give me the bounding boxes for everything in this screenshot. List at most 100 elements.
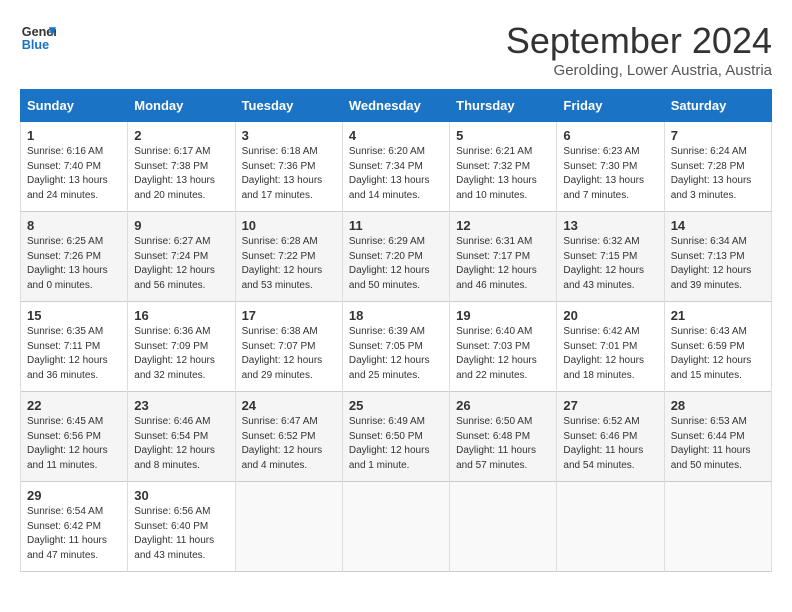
- day-number: 25: [349, 398, 443, 413]
- calendar-cell: 16 Sunrise: 6:36 AMSunset: 7:09 PMDayligh…: [128, 302, 235, 392]
- cell-info: Sunrise: 6:29 AMSunset: 7:20 PMDaylight:…: [349, 235, 443, 293]
- cell-info: Sunrise: 6:28 AMSunset: 7:22 PMDaylight:…: [242, 235, 336, 293]
- day-header-sunday: Sunday: [21, 90, 128, 122]
- cell-info: Sunrise: 6:16 AMSunset: 7:40 PMDaylight:…: [27, 145, 121, 203]
- calendar-cell: 11 Sunrise: 6:29 AMSunset: 7:20 PMDayligh…: [342, 212, 449, 302]
- calendar-cell: [557, 482, 664, 572]
- cell-info: Sunrise: 6:40 AMSunset: 7:03 PMDaylight:…: [456, 325, 550, 383]
- cell-info: Sunrise: 6:24 AMSunset: 7:28 PMDaylight:…: [671, 145, 765, 203]
- day-number: 27: [563, 398, 657, 413]
- cell-info: Sunrise: 6:46 AMSunset: 6:54 PMDaylight:…: [134, 415, 228, 473]
- day-number: 4: [349, 128, 443, 143]
- calendar-cell: [342, 482, 449, 572]
- calendar-cell: 18Sunrise: 6:39 AMSunset: 7:05 PMDayligh…: [342, 302, 449, 392]
- calendar-cell: 28 Sunrise: 6:53 AMSunset: 6:44 PMDayligh…: [664, 392, 771, 482]
- calendar-cell: 2 Sunrise: 6:17 AMSunset: 7:38 PMDaylight…: [128, 122, 235, 212]
- day-header-wednesday: Wednesday: [342, 90, 449, 122]
- cell-info: Sunrise: 6:35 AMSunset: 7:11 PMDaylight:…: [27, 325, 121, 383]
- calendar-cell: 13 Sunrise: 6:32 AMSunset: 7:15 PMDayligh…: [557, 212, 664, 302]
- cell-info: Sunrise: 6:56 AMSunset: 6:40 PMDaylight:…: [134, 505, 228, 563]
- cell-info: Sunrise: 6:32 AMSunset: 7:15 PMDaylight:…: [563, 235, 657, 293]
- day-number: 26: [456, 398, 550, 413]
- cell-info: Sunrise: 6:27 AMSunset: 7:24 PMDaylight:…: [134, 235, 228, 293]
- day-number: 21: [671, 308, 765, 323]
- calendar-cell: [235, 482, 342, 572]
- cell-info: Sunrise: 6:53 AMSunset: 6:44 PMDaylight:…: [671, 415, 765, 473]
- calendar-cell: [664, 482, 771, 572]
- cell-info: Sunrise: 6:52 AMSunset: 6:46 PMDaylight:…: [563, 415, 657, 473]
- calendar-cell: 24 Sunrise: 6:47 AMSunset: 6:52 PMDayligh…: [235, 392, 342, 482]
- day-number: 3: [242, 128, 336, 143]
- calendar-table: SundayMondayTuesdayWednesdayThursdayFrid…: [20, 89, 772, 572]
- cell-info: Sunrise: 6:38 AMSunset: 7:07 PMDaylight:…: [242, 325, 336, 383]
- calendar-week-5: 29Sunrise: 6:54 AMSunset: 6:42 PMDayligh…: [21, 482, 772, 572]
- day-header-saturday: Saturday: [664, 90, 771, 122]
- day-number: 8: [27, 218, 121, 233]
- calendar-cell: 26 Sunrise: 6:50 AMSunset: 6:48 PMDayligh…: [450, 392, 557, 482]
- calendar-cell: 15 Sunrise: 6:35 AMSunset: 7:11 PMDayligh…: [21, 302, 128, 392]
- day-number: 24: [242, 398, 336, 413]
- day-number: 30: [134, 488, 228, 503]
- calendar-cell: 5 Sunrise: 6:21 AMSunset: 7:32 PMDaylight…: [450, 122, 557, 212]
- calendar-cell: 6 Sunrise: 6:23 AMSunset: 7:30 PMDaylight…: [557, 122, 664, 212]
- day-number: 1: [27, 128, 121, 143]
- calendar-cell: 14Sunrise: 6:34 AMSunset: 7:13 PMDayligh…: [664, 212, 771, 302]
- cell-info: Sunrise: 6:17 AMSunset: 7:38 PMDaylight:…: [134, 145, 228, 203]
- calendar-cell: 29Sunrise: 6:54 AMSunset: 6:42 PMDayligh…: [21, 482, 128, 572]
- day-number: 2: [134, 128, 228, 143]
- day-header-monday: Monday: [128, 90, 235, 122]
- calendar-week-2: 8 Sunrise: 6:25 AMSunset: 7:26 PMDaylight…: [21, 212, 772, 302]
- calendar-body: 1 Sunrise: 6:16 AMSunset: 7:40 PMDaylight…: [21, 122, 772, 572]
- days-header-row: SundayMondayTuesdayWednesdayThursdayFrid…: [21, 90, 772, 122]
- calendar-cell: 4Sunrise: 6:20 AMSunset: 7:34 PMDaylight…: [342, 122, 449, 212]
- location-subtitle: Gerolding, Lower Austria, Austria: [506, 62, 772, 79]
- cell-info: Sunrise: 6:25 AMSunset: 7:26 PMDaylight:…: [27, 235, 121, 293]
- day-header-tuesday: Tuesday: [235, 90, 342, 122]
- month-title: September 2024: [506, 20, 772, 62]
- calendar-cell: 27 Sunrise: 6:52 AMSunset: 6:46 PMDayligh…: [557, 392, 664, 482]
- cell-info: Sunrise: 6:50 AMSunset: 6:48 PMDaylight:…: [456, 415, 550, 473]
- calendar-cell: 17 Sunrise: 6:38 AMSunset: 7:07 PMDayligh…: [235, 302, 342, 392]
- day-number: 20: [563, 308, 657, 323]
- day-number: 17: [242, 308, 336, 323]
- logo-icon: General Blue: [20, 20, 56, 56]
- day-number: 5: [456, 128, 550, 143]
- day-number: 13: [563, 218, 657, 233]
- cell-info: Sunrise: 6:42 AMSunset: 7:01 PMDaylight:…: [563, 325, 657, 383]
- day-number: 18: [349, 308, 443, 323]
- cell-info: Sunrise: 6:31 AMSunset: 7:17 PMDaylight:…: [456, 235, 550, 293]
- day-number: 10: [242, 218, 336, 233]
- calendar-cell: 9 Sunrise: 6:27 AMSunset: 7:24 PMDaylight…: [128, 212, 235, 302]
- cell-info: Sunrise: 6:23 AMSunset: 7:30 PMDaylight:…: [563, 145, 657, 203]
- logo: General Blue: [20, 20, 56, 56]
- day-number: 12: [456, 218, 550, 233]
- day-header-friday: Friday: [557, 90, 664, 122]
- calendar-cell: [450, 482, 557, 572]
- day-number: 11: [349, 218, 443, 233]
- day-number: 29: [27, 488, 121, 503]
- page-header: General Blue September 2024 Gerolding, L…: [20, 20, 772, 79]
- day-number: 15: [27, 308, 121, 323]
- cell-info: Sunrise: 6:47 AMSunset: 6:52 PMDaylight:…: [242, 415, 336, 473]
- calendar-cell: 12 Sunrise: 6:31 AMSunset: 7:17 PMDayligh…: [450, 212, 557, 302]
- day-number: 16: [134, 308, 228, 323]
- calendar-cell: 19 Sunrise: 6:40 AMSunset: 7:03 PMDayligh…: [450, 302, 557, 392]
- day-number: 19: [456, 308, 550, 323]
- day-number: 23: [134, 398, 228, 413]
- day-number: 6: [563, 128, 657, 143]
- cell-info: Sunrise: 6:21 AMSunset: 7:32 PMDaylight:…: [456, 145, 550, 203]
- title-area: September 2024 Gerolding, Lower Austria,…: [506, 20, 772, 79]
- day-number: 9: [134, 218, 228, 233]
- calendar-cell: 1 Sunrise: 6:16 AMSunset: 7:40 PMDaylight…: [21, 122, 128, 212]
- calendar-cell: 22Sunrise: 6:45 AMSunset: 6:56 PMDayligh…: [21, 392, 128, 482]
- cell-info: Sunrise: 6:45 AMSunset: 6:56 PMDaylight:…: [27, 415, 121, 473]
- cell-info: Sunrise: 6:43 AMSunset: 6:59 PMDaylight:…: [671, 325, 765, 383]
- day-number: 28: [671, 398, 765, 413]
- calendar-cell: 8 Sunrise: 6:25 AMSunset: 7:26 PMDaylight…: [21, 212, 128, 302]
- calendar-week-3: 15 Sunrise: 6:35 AMSunset: 7:11 PMDayligh…: [21, 302, 772, 392]
- svg-text:Blue: Blue: [22, 38, 49, 52]
- cell-info: Sunrise: 6:49 AMSunset: 6:50 PMDaylight:…: [349, 415, 443, 473]
- cell-info: Sunrise: 6:36 AMSunset: 7:09 PMDaylight:…: [134, 325, 228, 383]
- day-header-thursday: Thursday: [450, 90, 557, 122]
- calendar-cell: 10 Sunrise: 6:28 AMSunset: 7:22 PMDayligh…: [235, 212, 342, 302]
